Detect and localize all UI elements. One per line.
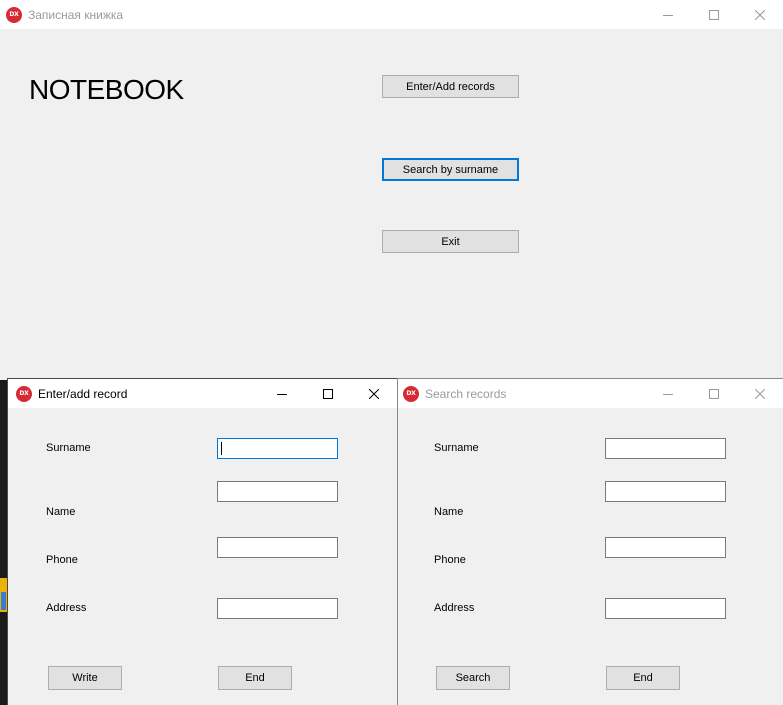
- search-window-title: Search records: [425, 386, 507, 401]
- maximize-icon[interactable]: [305, 379, 351, 408]
- name-label: Name: [46, 506, 76, 518]
- minimize-icon[interactable]: [645, 379, 691, 408]
- search-window-controls: [645, 379, 783, 408]
- main-window-title: Записная книжка: [28, 7, 124, 22]
- enter-window-controls: [259, 379, 397, 408]
- enter-window-title: Enter/add record: [38, 386, 128, 401]
- end-button[interactable]: End: [606, 666, 680, 690]
- maximize-icon[interactable]: [691, 379, 737, 408]
- surname-input[interactable]: [605, 438, 726, 459]
- surname-input[interactable]: [217, 438, 338, 459]
- main-titlebar[interactable]: DX Записная книжка: [0, 0, 783, 29]
- phone-input[interactable]: [217, 537, 338, 558]
- surname-label: Surname: [434, 442, 479, 454]
- phone-label: Phone: [434, 554, 466, 566]
- background-decoration: [1, 592, 6, 610]
- background-app-strip: [0, 380, 7, 705]
- exit-button[interactable]: Exit: [382, 230, 519, 253]
- end-button[interactable]: End: [218, 666, 292, 690]
- notebook-heading: NOTEBOOK: [29, 74, 184, 105]
- surname-label: Surname: [46, 442, 91, 454]
- enter-add-records-button[interactable]: Enter/Add records: [382, 75, 519, 98]
- minimize-icon[interactable]: [645, 0, 691, 29]
- search-by-surname-button[interactable]: Search by surname: [382, 158, 519, 181]
- maximize-icon[interactable]: [691, 0, 737, 29]
- address-label: Address: [434, 602, 475, 614]
- close-icon[interactable]: [737, 379, 783, 408]
- phone-input[interactable]: [605, 537, 726, 558]
- search-titlebar[interactable]: DX Search records: [398, 379, 783, 408]
- phone-label: Phone: [46, 554, 78, 566]
- app-icon: DX: [16, 385, 32, 402]
- minimize-icon[interactable]: [259, 379, 305, 408]
- address-input[interactable]: [217, 598, 338, 619]
- name-label: Name: [434, 506, 464, 518]
- write-button[interactable]: Write: [48, 666, 122, 690]
- enter-titlebar[interactable]: DX Enter/add record: [8, 379, 397, 408]
- name-input[interactable]: [605, 481, 726, 502]
- address-input[interactable]: [605, 598, 726, 619]
- app-icon: DX: [403, 385, 419, 402]
- close-icon[interactable]: [351, 379, 397, 408]
- search-button[interactable]: Search: [436, 666, 510, 690]
- text-caret: [221, 442, 222, 455]
- search-records-window: DX Search records Surname Name Phone Add…: [397, 378, 783, 705]
- main-window-controls: [645, 0, 783, 29]
- close-icon[interactable]: [737, 0, 783, 29]
- address-label: Address: [46, 602, 87, 614]
- app-icon: DX: [6, 6, 22, 23]
- enter-record-window: DX Enter/add record Surname Name Phone A…: [7, 378, 398, 705]
- name-input[interactable]: [217, 481, 338, 502]
